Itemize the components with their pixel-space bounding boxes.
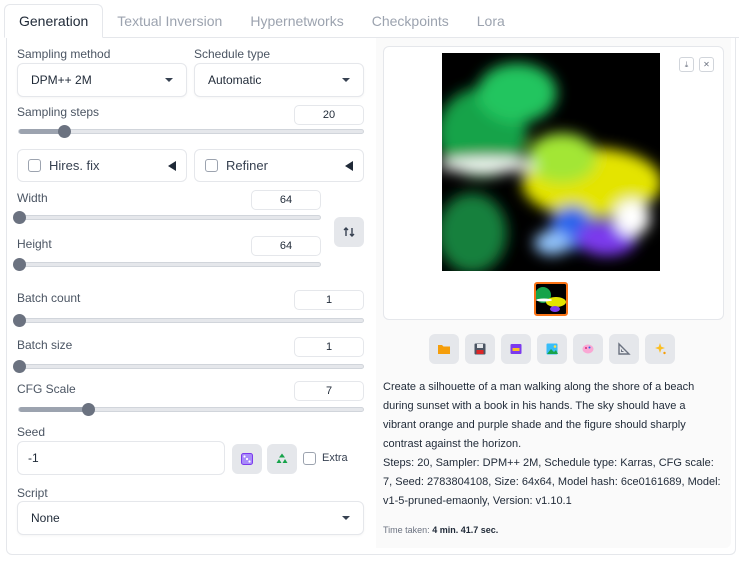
tab-bar: Generation Textual Inversion Hypernetwor… [4,4,739,38]
send-to-inpaint-button[interactable] [573,334,603,364]
generation-info: Create a silhouette of a man walking alo… [383,378,721,511]
send-to-img2img-icon [546,343,558,355]
swap-vertical-icon [343,227,355,237]
parameters-text: Steps: 20, Sampler: DPM++ 2M, Schedule t… [383,457,721,507]
generated-image[interactable] [442,53,660,271]
cfg-scale-label: CFG Scale [17,382,76,396]
script-dropdown[interactable]: None [17,501,364,535]
swap-dimensions-button[interactable] [334,217,364,247]
collapse-arrow-icon [168,160,176,171]
image-gallery: ⤓ ✕ [383,46,724,320]
refiner-label: Refiner [226,158,268,173]
schedule-type-dropdown[interactable]: Automatic [194,63,364,97]
hires-fix-accordion[interactable]: Hires. fix [17,149,187,182]
seed-label: Seed [17,425,46,439]
height-label: Height [17,237,52,251]
prompt-text: Create a silhouette of a man walking alo… [383,381,695,450]
batch-size-input[interactable]: 1 [294,337,364,357]
sampling-steps-slider[interactable] [18,125,364,138]
zip-icon [510,344,522,354]
close-icon: ✕ [703,60,710,69]
height-input[interactable]: 64 [251,236,321,256]
batch-size-slider[interactable] [13,360,364,373]
slider-fill [19,407,88,412]
height-slider[interactable] [13,258,321,271]
hires-fix-label: Hires. fix [49,158,100,173]
tab-hypernetworks[interactable]: Hypernetworks [236,4,357,38]
extra-label: Extra [322,452,348,464]
slider-thumb[interactable] [13,360,26,373]
time-taken-value: 4 min. 41.7 sec. [432,525,499,535]
reuse-seed-button[interactable] [267,444,297,474]
folder-icon [438,345,450,354]
chevron-down-icon [342,516,350,520]
schedule-type-label: Schedule type [194,47,271,61]
output-actions [429,334,675,364]
slider-thumb[interactable] [13,258,26,271]
slider-thumb[interactable] [13,211,26,224]
slider-thumb[interactable] [13,314,26,327]
sparkle-icon [655,343,666,355]
width-label: Width [17,191,48,205]
send-to-inpaint-icon [582,344,594,354]
zip-button[interactable] [501,334,531,364]
tab-checkpoints[interactable]: Checkpoints [358,4,463,38]
time-taken-label: Time taken: [383,525,430,535]
gallery-thumbnail[interactable] [534,282,568,316]
sampling-method-dropdown[interactable]: DPM++ 2M [17,63,187,97]
batch-count-label: Batch count [17,291,81,305]
tab-divider [4,37,739,38]
time-taken: Time taken: 4 min. 41.7 sec. [383,525,498,535]
cfg-scale-input[interactable]: 7 [294,381,364,401]
tab-generation[interactable]: Generation [4,4,104,38]
chevron-down-icon [342,78,350,82]
batch-size-label: Batch size [17,338,73,352]
close-button[interactable]: ✕ [699,57,714,72]
hires-fix-checkbox[interactable] [28,159,41,172]
batch-count-slider[interactable] [13,314,364,327]
download-button[interactable]: ⤓ [679,57,694,72]
download-icon: ⤓ [684,59,689,69]
seed-input[interactable]: -1 [17,441,225,475]
collapse-arrow-icon [345,160,353,171]
slider-thumb[interactable] [81,403,95,416]
width-slider[interactable] [13,211,321,224]
slider-thumb[interactable] [57,125,71,138]
save-button[interactable] [465,334,495,364]
recycle-icon [276,453,288,463]
chevron-down-icon [165,78,173,82]
tab-textual-inversion[interactable]: Textual Inversion [103,4,236,38]
refiner-accordion[interactable]: Refiner [194,149,364,182]
schedule-type-value: Automatic [208,73,262,87]
sparkle-button[interactable] [645,334,675,364]
refiner-checkbox[interactable] [205,159,218,172]
random-seed-button[interactable] [232,444,262,474]
sampling-method-value: DPM++ 2M [31,73,92,87]
script-label: Script [17,486,48,500]
dice-icon [241,453,253,465]
send-to-extras-button[interactable] [609,334,639,364]
sampling-steps-input[interactable]: 20 [294,105,364,125]
send-to-extras-icon [618,342,631,355]
cfg-scale-slider[interactable] [18,403,364,416]
open-folder-button[interactable] [429,334,459,364]
batch-count-input[interactable]: 1 [294,290,364,310]
sampling-steps-label: Sampling steps [17,105,100,119]
script-value: None [31,511,60,525]
send-to-img2img-button[interactable] [537,334,567,364]
tab-lora[interactable]: Lora [463,4,519,38]
sampling-method-label: Sampling method [17,47,111,61]
save-icon [474,343,486,355]
extra-checkbox[interactable] [303,452,316,465]
generation-panel: Sampling method DPM++ 2M Schedule type A… [6,38,736,555]
width-input[interactable]: 64 [251,190,321,210]
